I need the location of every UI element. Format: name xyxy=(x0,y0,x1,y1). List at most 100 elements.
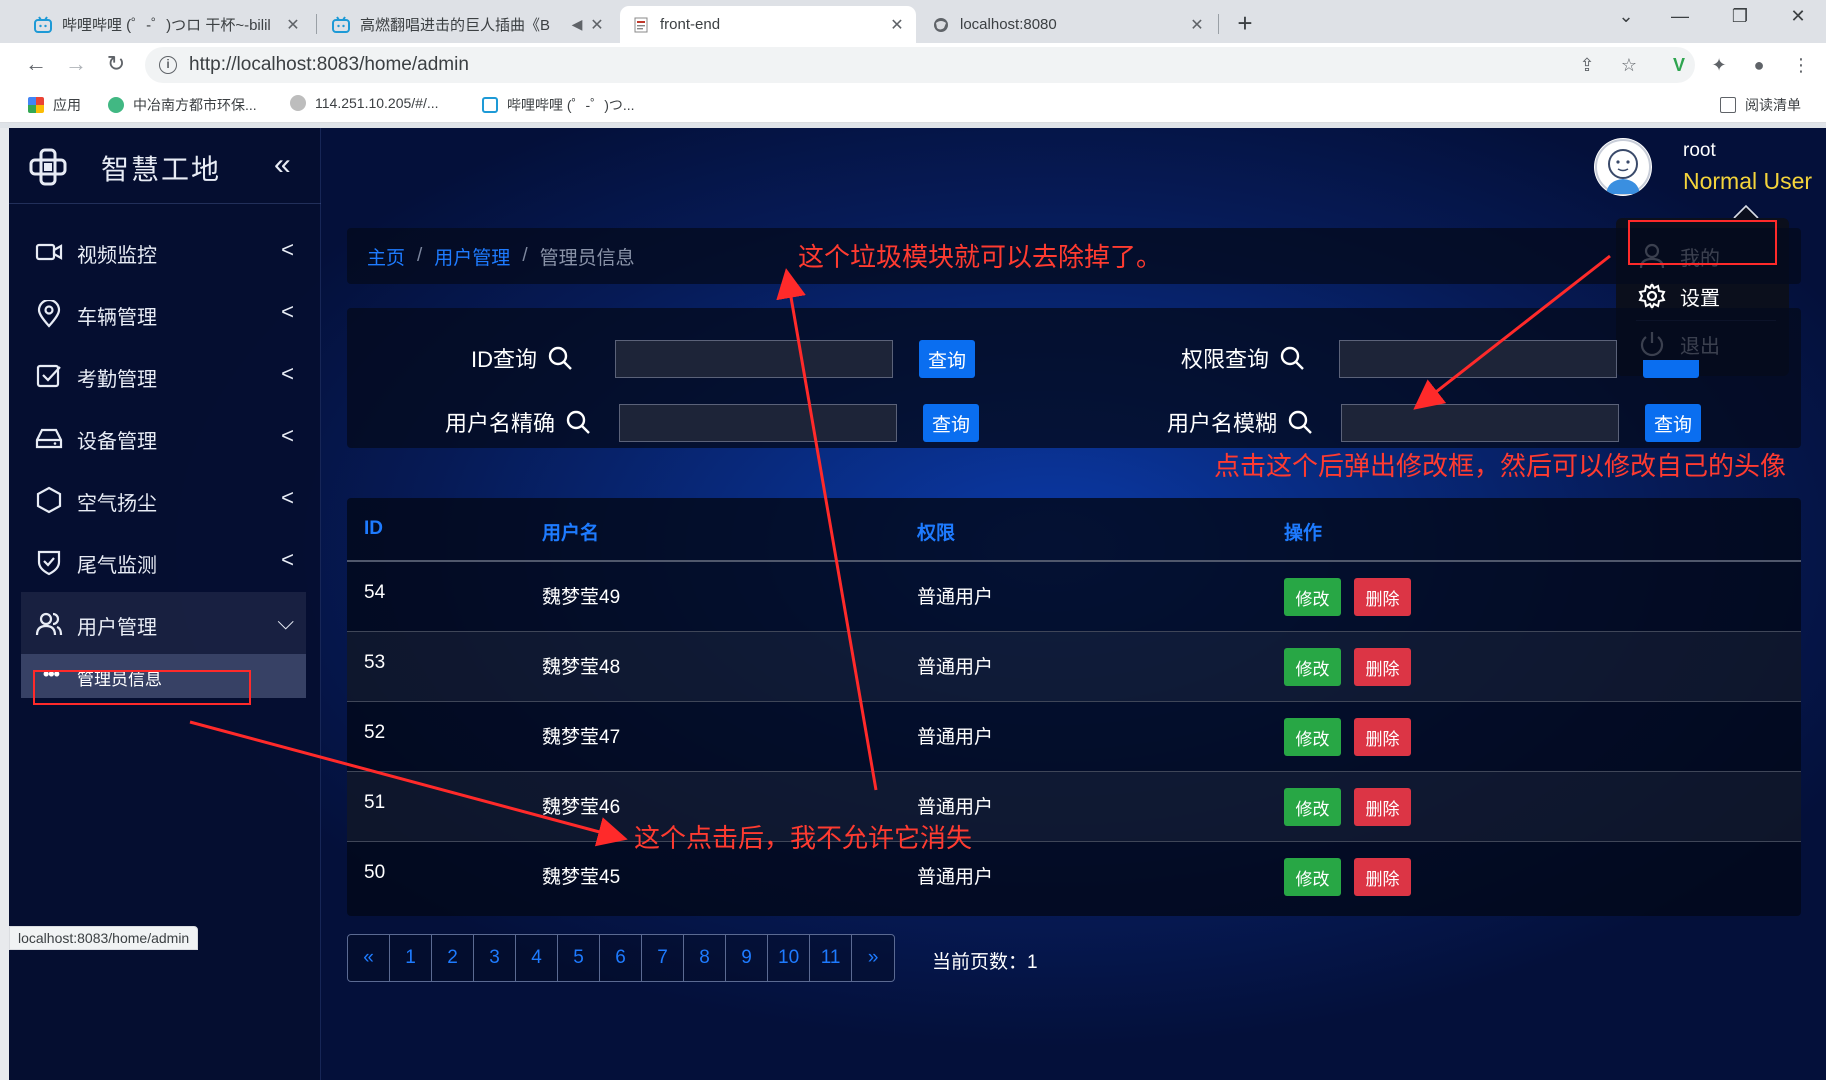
edit-button[interactable]: 修改 xyxy=(1284,858,1341,896)
tab-search-icon[interactable]: ⌄ xyxy=(1606,6,1646,27)
more-icon[interactable]: ⋮ xyxy=(1790,55,1812,76)
page-7[interactable]: 7 xyxy=(642,935,684,981)
breadcrumb-separator: / xyxy=(522,245,528,266)
cell-username: 魏梦莹45 xyxy=(542,867,621,888)
vue-devtools-icon[interactable]: V xyxy=(1668,55,1690,76)
fuzzy-search-button[interactable]: 查询 xyxy=(1645,404,1701,442)
user-role: Normal User xyxy=(1683,168,1813,194)
search-panel: ID查询 查询 权限查询 用户名精确 查询 用户名模糊 查询 xyxy=(347,308,1801,448)
bookmark-apps[interactable]: 应用 xyxy=(28,95,81,115)
table-row: 52 魏梦莹47 普通用户 修改 删除 xyxy=(347,702,1801,772)
browser-tab-bar: 哔哩哔哩 (゜-゜)つロ 干杯~-bilil ✕ 高燃翻唱进击的巨人插曲《B ◀… xyxy=(0,0,1826,43)
sidebar-item-label: 考勤管理 xyxy=(77,369,157,391)
close-tab-icon[interactable]: ✕ xyxy=(588,15,606,35)
reading-list-icon xyxy=(1720,97,1736,113)
reading-list[interactable]: 阅读清单 xyxy=(1720,95,1801,115)
breadcrumb-home[interactable]: 主页 xyxy=(367,243,405,270)
back-icon[interactable]: ← xyxy=(22,51,50,77)
page-5[interactable]: 5 xyxy=(558,935,600,981)
page-9[interactable]: 9 xyxy=(726,935,768,981)
fuzzy-search-input[interactable] xyxy=(1341,404,1619,442)
sidebar-item-device[interactable]: 设备管理 < xyxy=(21,406,306,468)
page-3[interactable]: 3 xyxy=(474,935,516,981)
minimize-icon[interactable]: — xyxy=(1660,6,1700,27)
tab-bilibili-video[interactable]: 高燃翻唱进击的巨人插曲《B ◀ ✕ xyxy=(320,6,616,43)
sidebar-item-label: 尾气监测 xyxy=(77,555,157,577)
page-10[interactable]: 10 xyxy=(768,935,811,981)
breadcrumb-current: 管理员信息 xyxy=(539,247,635,269)
cell-id: 53 xyxy=(364,652,386,673)
edit-button[interactable]: 修改 xyxy=(1284,788,1341,826)
bookmark-bilibili[interactable]: 哔哩哔哩 (゜-゜)つ... xyxy=(482,95,635,115)
exact-search-button[interactable]: 查询 xyxy=(923,404,979,442)
site-info-icon[interactable]: i xyxy=(159,56,177,74)
sidebar-item-attendance[interactable]: 考勤管理 < xyxy=(21,344,306,406)
collapse-sidebar-icon[interactable]: « xyxy=(274,150,291,180)
checkbox-icon xyxy=(36,364,61,388)
bookmark-label: 114.251.10.205/#/... xyxy=(315,95,439,111)
header-actions: 操作 xyxy=(1284,523,1323,544)
tab-front-end[interactable]: front-end ✕ xyxy=(620,6,916,43)
new-tab-button[interactable]: + xyxy=(1230,8,1260,39)
window-edge xyxy=(0,128,9,1080)
close-tab-icon[interactable]: ✕ xyxy=(284,15,302,35)
bookmark-mcc[interactable]: 中冶南方都市环保... xyxy=(108,95,257,115)
user-name: root xyxy=(1683,140,1716,161)
edit-button[interactable]: 修改 xyxy=(1284,648,1341,686)
sidebar-item-label: 空气扬尘 xyxy=(77,493,157,515)
id-search-input[interactable] xyxy=(615,340,893,378)
perm-search-button[interactable] xyxy=(1643,360,1699,378)
page-6[interactable]: 6 xyxy=(600,935,642,981)
perm-search-input[interactable] xyxy=(1339,340,1617,378)
speaker-icon[interactable]: ◀ xyxy=(566,16,588,33)
sidebar-item-exhaust[interactable]: 尾气监测 < xyxy=(21,530,306,592)
close-window-icon[interactable]: ✕ xyxy=(1778,6,1818,27)
avatar[interactable] xyxy=(1594,138,1652,196)
sidebar-item-users[interactable]: 用户管理 ⌵ xyxy=(21,592,306,654)
page-11[interactable]: 11 xyxy=(810,935,853,981)
bookmark-ip[interactable]: 114.251.10.205/#/... xyxy=(290,95,439,111)
profile-icon[interactable]: ● xyxy=(1748,55,1770,76)
fuzzy-search-text: 用户名模糊 xyxy=(1167,411,1278,436)
reload-icon[interactable]: ↻ xyxy=(102,51,130,77)
sidebar-item-vehicle[interactable]: 车辆管理 < xyxy=(21,282,306,344)
delete-button[interactable]: 删除 xyxy=(1354,578,1411,616)
delete-button[interactable]: 删除 xyxy=(1354,788,1411,826)
table-header: ID 用户名 权限 操作 xyxy=(347,498,1801,562)
exact-search-input[interactable] xyxy=(619,404,897,442)
sidebar-item-video[interactable]: 视频监控 < xyxy=(21,220,306,282)
forward-icon[interactable]: → xyxy=(62,51,90,77)
edit-button[interactable]: 修改 xyxy=(1284,578,1341,616)
delete-button[interactable]: 删除 xyxy=(1354,718,1411,756)
extensions-icon[interactable]: ✦ xyxy=(1708,55,1730,76)
annotation-middle: 这个点击后，我不允许它消失 xyxy=(634,823,973,853)
close-tab-icon[interactable]: ✕ xyxy=(1188,15,1206,35)
address-bar[interactable]: i http://localhost:8083/home/admin xyxy=(145,47,1695,83)
edit-button[interactable]: 修改 xyxy=(1284,718,1341,756)
star-icon[interactable]: ☆ xyxy=(1618,55,1640,76)
cell-username: 魏梦莹47 xyxy=(542,727,621,748)
page-next[interactable]: » xyxy=(852,935,895,981)
chevron-down-icon: ⌵ xyxy=(277,609,294,634)
tab-localhost[interactable]: localhost:8080 ✕ xyxy=(920,6,1216,43)
share-icon[interactable]: ⇪ xyxy=(1576,55,1598,76)
restore-icon[interactable]: ❐ xyxy=(1720,6,1760,27)
page-prev[interactable]: « xyxy=(348,935,390,981)
breadcrumb-section[interactable]: 用户管理 xyxy=(434,243,510,270)
bookmark-label: 中冶南方都市环保... xyxy=(133,97,257,113)
delete-button[interactable]: 删除 xyxy=(1354,648,1411,686)
delete-button[interactable]: 删除 xyxy=(1354,858,1411,896)
bilibili-icon xyxy=(34,15,52,34)
sidebar-item-air[interactable]: 空气扬尘 < xyxy=(21,468,306,530)
page-2[interactable]: 2 xyxy=(432,935,474,981)
page-4[interactable]: 4 xyxy=(516,935,558,981)
tab-title: front-end xyxy=(660,16,721,33)
bilibili-icon xyxy=(332,15,350,34)
annotation-box-mine xyxy=(1628,220,1777,265)
page-8[interactable]: 8 xyxy=(684,935,726,981)
dropdown-item-label: 设置 xyxy=(1680,287,1720,310)
close-tab-icon[interactable]: ✕ xyxy=(888,15,906,35)
id-search-button[interactable]: 查询 xyxy=(919,340,975,378)
page-1[interactable]: 1 xyxy=(390,935,432,981)
tab-bilibili[interactable]: 哔哩哔哩 (゜-゜)つロ 干杯~-bilil ✕ xyxy=(22,6,312,43)
